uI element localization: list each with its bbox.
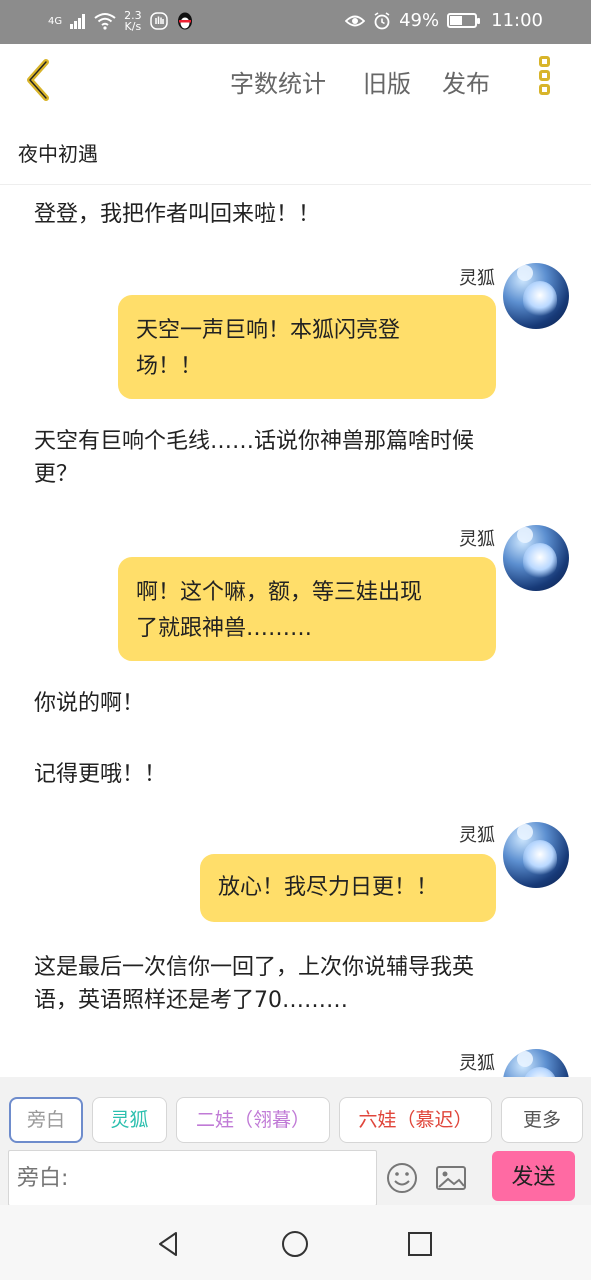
word-count-link[interactable]: 字数统计 xyxy=(230,64,326,99)
chat-area[interactable]: 登登，我把作者叫回来啦！！ 灵狐 天空一声巨响！本狐闪亮登 场！！ 天空有巨响个… xyxy=(0,185,591,1077)
three-squares-icon xyxy=(530,56,558,95)
system-nav-bar xyxy=(0,1205,591,1280)
back-button[interactable] xyxy=(20,56,60,104)
bubble-line: 了就跟神兽……… xyxy=(136,616,313,641)
moon-shape xyxy=(517,265,533,281)
narration-line: 更？ xyxy=(34,462,79,487)
fox-shape xyxy=(523,840,557,876)
battery-level xyxy=(450,16,463,25)
chevron-left-icon xyxy=(27,59,49,101)
wifi-icon xyxy=(94,13,116,30)
sender-name: 灵狐 xyxy=(459,1053,495,1074)
role-button-more[interactable]: 更多 xyxy=(501,1097,583,1143)
avatar[interactable] xyxy=(503,525,569,591)
narration-message[interactable]: 登登，我把作者叫回来啦！！ xyxy=(34,198,554,231)
avatar[interactable] xyxy=(503,822,569,888)
moon-shape xyxy=(517,1051,533,1067)
smiley-icon xyxy=(387,1163,417,1193)
narration-message[interactable]: 天空有巨响个毛线……话说你神兽那篇啥时候 更？ xyxy=(34,425,554,491)
menu-square xyxy=(538,56,550,67)
narration-line: 这是最后一次信你一回了，上次你说辅导我英 xyxy=(34,955,475,980)
recents-square-icon xyxy=(408,1232,432,1256)
narration-message[interactable]: 你说的啊！ xyxy=(34,687,554,720)
image-icon xyxy=(436,1166,466,1190)
fox-shape xyxy=(523,543,557,579)
avatar[interactable] xyxy=(503,263,569,329)
chat-bubble[interactable]: 天空一声巨响！本狐闪亮登 场！！ xyxy=(118,295,496,399)
fox-shape xyxy=(523,281,557,317)
status-left: 4G 2.3 K/s xyxy=(48,10,194,32)
narration-line: 语，英语照样还是考了70……… xyxy=(34,988,348,1013)
role-label: 旁白 xyxy=(26,1109,65,1131)
bubble-line: 放心！我尽力日更！！ xyxy=(218,875,439,900)
more-options-button[interactable] xyxy=(530,56,558,106)
nav-home-button[interactable] xyxy=(278,1227,312,1261)
moon-shape xyxy=(517,824,533,840)
net-speed-unit: K/s xyxy=(124,20,142,33)
app-header: 字数统计 旧版 发布 xyxy=(0,44,591,118)
status-right: 49% 11:00 xyxy=(345,10,543,31)
narration-line: 天空有巨响个毛线……话说你神兽那篇啥时候 xyxy=(34,429,475,454)
status-bar: 4G 2.3 K/s 49% 11:00 xyxy=(0,0,591,44)
send-button[interactable]: 发送 xyxy=(492,1151,575,1201)
battery-icon xyxy=(447,13,481,28)
alarm-icon xyxy=(374,11,390,29)
narration-message[interactable]: 这是最后一次信你一回了，上次你说辅导我英 语，英语照样还是考了70……… xyxy=(34,951,554,1017)
hand-icon xyxy=(149,12,168,30)
bubble-line: 天空一声巨响！本狐闪亮登 xyxy=(136,318,401,343)
clock: 11:00 xyxy=(491,10,543,31)
bubble-line: 啊！这个嘛，额，等三娃出现 xyxy=(136,580,423,605)
image-button[interactable] xyxy=(434,1161,468,1195)
fox-shape xyxy=(523,1067,557,1077)
composer-panel: 旁白 灵狐 二娃（翎暮） 六娃（慕迟） 更多 发送 xyxy=(0,1077,591,1206)
role-button-narrator[interactable]: 旁白 xyxy=(9,1097,83,1143)
role-button-liuwa[interactable]: 六娃（慕迟） xyxy=(339,1097,492,1143)
sender-name: 灵狐 xyxy=(459,268,495,289)
menu-square xyxy=(538,84,550,95)
signal-icon xyxy=(70,14,86,29)
role-label: 六娃（慕迟） xyxy=(358,1109,473,1131)
network-type: 4G xyxy=(48,15,63,27)
chat-bubble[interactable]: 啊！这个嘛，额，等三娃出现 了就跟神兽……… xyxy=(118,557,496,661)
net-speed: 2.3 K/s xyxy=(124,10,142,32)
role-button-erwa[interactable]: 二娃（翎暮） xyxy=(176,1097,330,1143)
role-label: 灵狐 xyxy=(110,1109,149,1131)
moon-shape xyxy=(517,527,533,543)
menu-square xyxy=(538,70,550,81)
nav-back-button[interactable] xyxy=(152,1227,186,1261)
eye-icon xyxy=(345,15,366,26)
role-button-linghu[interactable]: 灵狐 xyxy=(92,1097,167,1143)
bubble-line: 场！！ xyxy=(136,354,203,379)
battery-percent: 49% xyxy=(399,10,440,31)
story-title[interactable]: 夜中初遇 xyxy=(18,138,98,167)
back-triangle-icon xyxy=(159,1232,177,1256)
publish-link[interactable]: 发布 xyxy=(442,64,490,99)
sender-name: 灵狐 xyxy=(459,825,495,846)
message-input[interactable] xyxy=(8,1150,377,1206)
narration-message[interactable]: 记得更哦！！ xyxy=(34,758,554,791)
old-version-link[interactable]: 旧版 xyxy=(363,64,411,99)
sender-name: 灵狐 xyxy=(459,529,495,550)
role-label: 更多 xyxy=(522,1109,561,1131)
avatar[interactable] xyxy=(503,1049,569,1077)
story-title-row: 夜中初遇 xyxy=(0,118,591,185)
role-label: 二娃（翎暮） xyxy=(195,1109,310,1131)
home-circle-icon xyxy=(282,1231,308,1257)
nav-recents-button[interactable] xyxy=(403,1227,437,1261)
emoji-button[interactable] xyxy=(385,1161,419,1195)
qq-penguin-icon xyxy=(177,12,192,30)
chat-bubble[interactable]: 放心！我尽力日更！！ xyxy=(200,854,496,922)
